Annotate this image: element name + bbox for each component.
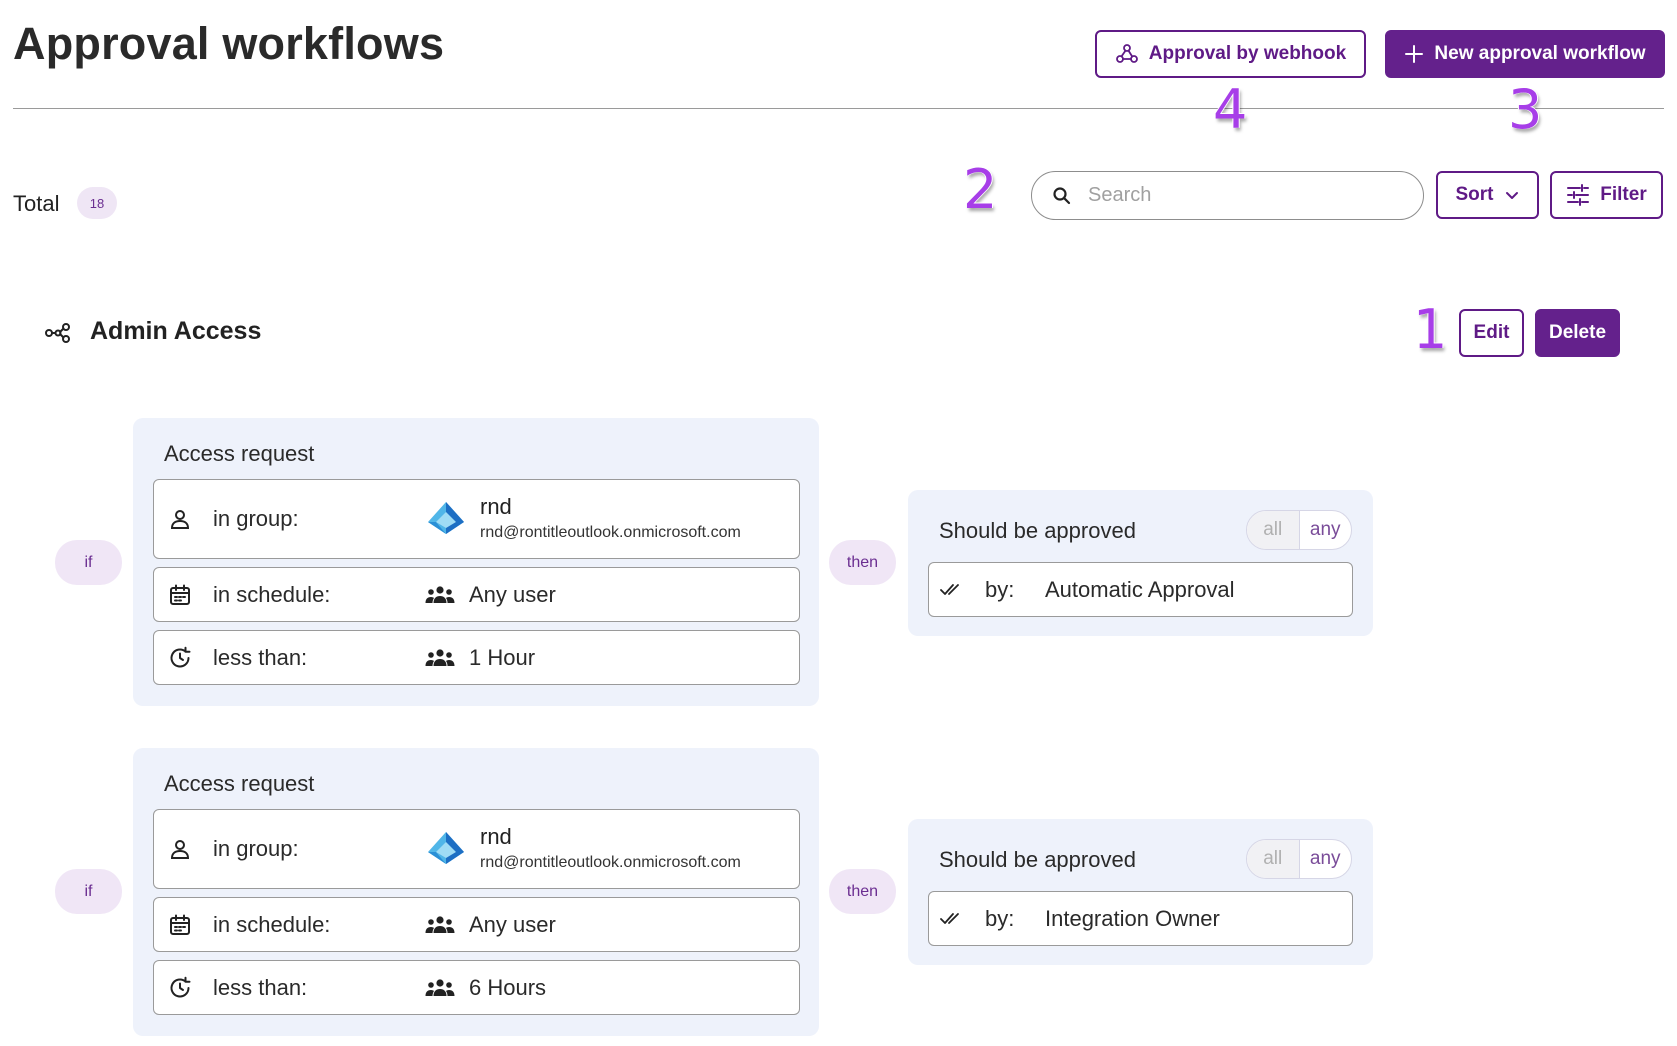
webhook-icon [1115,44,1138,63]
duration-value: 6 Hours [469,974,547,1000]
header-divider [13,108,1664,109]
group-users-icon [425,978,455,996]
schedule-label: in schedule: [213,911,331,937]
approval-by-webhook-button[interactable]: Approval by webhook [1095,30,1366,78]
workflow-title: Admin Access [90,317,262,345]
approval-by-webhook-label: Approval by webhook [1148,43,1347,64]
plus-icon [1405,45,1424,63]
sort-label: Sort [1455,184,1494,205]
toggle-all[interactable]: all [1247,840,1300,878]
condition-group-row: in group: rnd rnd@rontitleoutlook.onmicr… [153,479,800,559]
approval-card: Should be approved all any by: Automatic… [908,490,1373,636]
clock-history-icon [168,976,192,1000]
search-field[interactable] [1031,171,1424,220]
all-any-toggle[interactable]: all any [1246,839,1352,879]
approval-title: Should be approved [939,847,1136,872]
workflow-icon [45,323,70,343]
group-name: rnd [480,824,512,849]
approver-value: Integration Owner [1045,905,1220,931]
then-pill: then [829,869,896,914]
group-email: rnd@rontitleoutlook.onmicrosoft.com [480,854,741,871]
delete-button[interactable]: Delete [1535,309,1620,357]
group-label: in group: [213,506,299,531]
condition-title: Access request [164,441,315,466]
approval-title: Should be approved [939,518,1136,543]
approver-row: by: Integration Owner [928,891,1353,946]
new-approval-workflow-label: New approval workflow [1434,43,1646,64]
user-icon [168,507,192,531]
filter-label: Filter [1600,184,1647,205]
group-users-icon [425,648,455,666]
new-approval-workflow-button[interactable]: New approval workflow [1385,30,1665,78]
azure-ad-icon [428,502,464,534]
duration-label: less than: [213,974,308,1000]
then-pill: then [829,540,896,585]
filter-button[interactable]: Filter [1550,171,1663,219]
condition-schedule-row: in schedule: Any user [153,897,800,952]
schedule-label: in schedule: [213,581,331,607]
approver-row: by: Automatic Approval [928,562,1353,617]
approver-value: Automatic Approval [1045,576,1235,602]
calendar-icon [168,583,192,607]
approver-by-label: by: [985,905,1015,931]
group-name: rnd [480,494,512,519]
duration-label: less than: [213,644,308,670]
condition-duration-row: less than: 1 Hour [153,630,800,685]
clock-history-icon [168,646,192,670]
condition-card: Access request in group: rnd rnd@rontitl… [133,418,819,706]
condition-schedule-row: in schedule: Any user [153,567,800,622]
total-label: Total [13,191,60,216]
annotation-marker-2: 2 [963,158,998,221]
approver-by-label: by: [985,576,1015,602]
double-check-icon [940,583,959,595]
toggle-any[interactable]: any [1300,840,1352,878]
if-pill: if [55,540,122,585]
group-email: rnd@rontitleoutlook.onmicrosoft.com [480,524,741,541]
annotation-marker-4: 4 [1213,78,1248,141]
condition-title: Access request [164,771,315,796]
user-icon [168,837,192,861]
duration-value: 1 Hour [469,644,536,670]
double-check-icon [940,912,959,924]
sort-button[interactable]: Sort [1436,171,1539,219]
all-any-toggle[interactable]: all any [1246,510,1352,550]
schedule-value: Any user [469,581,556,607]
schedule-value: Any user [469,911,556,937]
condition-card: Access request in group: rnd rnd@rontitl… [133,748,819,1036]
azure-ad-icon [428,832,464,864]
search-input[interactable] [1088,184,1408,207]
edit-label: Edit [1473,322,1510,343]
if-pill: if [55,869,122,914]
group-users-icon [425,915,455,933]
annotation-marker-3: 3 [1508,78,1543,141]
toggle-any[interactable]: any [1300,511,1352,549]
total-count-badge: 18 [77,187,117,219]
page-title: Approval workflows [13,18,445,69]
search-icon [1053,186,1071,204]
delete-label: Delete [1548,322,1607,343]
calendar-icon [168,913,192,937]
chevron-down-icon [1505,192,1518,199]
edit-button[interactable]: Edit [1459,309,1524,357]
annotation-marker-1: 1 [1413,298,1448,361]
sliders-icon [1567,184,1590,206]
group-label: in group: [213,836,299,861]
condition-duration-row: less than: 6 Hours [153,960,800,1015]
approval-card: Should be approved all any by: Integrati… [908,819,1373,965]
group-users-icon [425,585,455,603]
toggle-all[interactable]: all [1247,511,1300,549]
condition-group-row: in group: rnd rnd@rontitleoutlook.onmicr… [153,809,800,889]
